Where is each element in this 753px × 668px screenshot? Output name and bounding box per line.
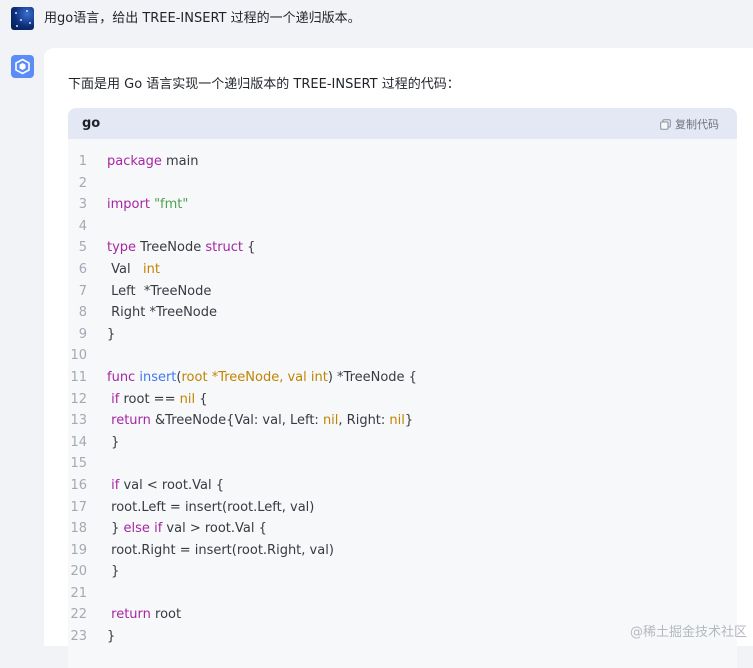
code-text: if root == nil { xyxy=(111,391,208,407)
code-text: root.Left = insert(root.Left, val) xyxy=(107,499,315,515)
line-number: 14 xyxy=(70,434,87,450)
assistant-answer-panel: 下面是用 Go 语言实现一个递归版本的 TREE-INSERT 过程的代码： g… xyxy=(44,48,753,668)
code-language-label: go xyxy=(82,116,101,131)
code-line: 17 root.Left = insert(root.Left, val) xyxy=(68,497,737,519)
code-line: 18 } else if val > root.Val { xyxy=(68,518,737,540)
code-line: 8 Right *TreeNode xyxy=(68,302,737,324)
code-line: 7 Left *TreeNode xyxy=(68,281,737,303)
code-block-header: go 复制代码 xyxy=(68,108,737,139)
line-number: 22 xyxy=(70,607,87,623)
code-line: 1 package main xyxy=(68,151,737,173)
code-line: 11 func insert(root *TreeNode, val int) *… xyxy=(68,367,737,389)
line-number: 7 xyxy=(78,283,87,299)
line-number: 17 xyxy=(70,499,87,515)
code-line: 10 xyxy=(68,345,737,367)
code-line: 4 xyxy=(68,216,737,238)
user-message-row: 用go语言，给出 TREE-INSERT 过程的一个递归版本。 xyxy=(0,0,753,40)
code-line: 16 if val < root.Val { xyxy=(68,475,737,497)
code-text: package main xyxy=(107,154,199,169)
code-line: 6 Val int xyxy=(68,259,737,281)
line-number: 23 xyxy=(70,629,87,645)
user-avatar-icon[interactable] xyxy=(11,7,34,30)
code-text: Val int xyxy=(107,261,160,277)
bot-avatar-icon xyxy=(11,55,34,78)
line-number: 20 xyxy=(70,564,87,580)
user-message-text: 用go语言，给出 TREE-INSERT 过程的一个递归版本。 xyxy=(44,11,361,26)
line-number: 11 xyxy=(70,369,87,385)
answer-intro-text: 下面是用 Go 语言实现一个递归版本的 TREE-INSERT 过程的代码： xyxy=(68,77,460,92)
code-line: 2 xyxy=(68,173,737,195)
code-text: import "fmt" xyxy=(107,197,189,213)
code-text: } xyxy=(107,564,120,580)
code-text: func insert(root *TreeNode, val int) *Tr… xyxy=(107,369,417,385)
code-text: return root xyxy=(111,607,182,623)
copy-code-label: 复制代码 xyxy=(675,118,719,131)
line-number: 19 xyxy=(70,542,87,558)
line-number: 4 xyxy=(78,218,87,234)
code-line: 9} xyxy=(68,324,737,346)
code-line: 20 } xyxy=(68,561,737,583)
line-number: 1 xyxy=(78,154,87,169)
code-block: go 复制代码 1 package main 2 3 import "fmt" 4 … xyxy=(68,108,737,668)
line-number: 15 xyxy=(70,456,87,472)
code-text: if val < root.Val { xyxy=(111,477,224,493)
watermark: @稀土掘金技术社区 xyxy=(629,625,747,640)
copy-icon xyxy=(660,118,671,130)
code-text: type TreeNode struct { xyxy=(107,240,256,256)
copy-code-button[interactable]: 复制代码 xyxy=(660,116,719,132)
code-text: Left *TreeNode xyxy=(107,283,212,299)
code-line: 14 } xyxy=(68,432,737,454)
code-text: } xyxy=(107,434,120,450)
code-line: 12 if root == nil { xyxy=(68,389,737,411)
line-number: 6 xyxy=(78,261,87,277)
code-text: } else if val > root.Val { xyxy=(107,521,267,537)
code-text: root.Right = insert(root.Right, val) xyxy=(107,542,334,558)
line-number: 3 xyxy=(78,197,87,213)
code-line: 19 root.Right = insert(root.Right, val) xyxy=(68,540,737,562)
code-body[interactable]: 1 package main 2 3 import "fmt" 4 5 type Tr… xyxy=(68,151,737,648)
code-text: return &TreeNode{Val: val, Left: nil, Ri… xyxy=(111,413,414,429)
code-line: 13 return &TreeNode{Val: val, Left: nil,… xyxy=(68,410,737,432)
line-number: 16 xyxy=(70,477,87,493)
line-number: 9 xyxy=(78,326,87,342)
code-line: 21 xyxy=(68,583,737,605)
line-number: 18 xyxy=(70,521,87,537)
code-text: } xyxy=(107,629,116,645)
line-number: 10 xyxy=(70,348,87,364)
code-text: Right *TreeNode xyxy=(107,305,218,321)
code-line: 3 import "fmt" xyxy=(68,194,737,216)
code-text: } xyxy=(107,326,116,342)
line-number: 8 xyxy=(78,305,87,321)
line-number: 13 xyxy=(70,413,87,429)
line-number: 12 xyxy=(70,391,87,407)
code-line: 5 type TreeNode struct { xyxy=(68,237,737,259)
line-number: 5 xyxy=(78,240,87,256)
code-line: 15 xyxy=(68,453,737,475)
line-number: 2 xyxy=(78,175,87,191)
line-number: 21 xyxy=(70,585,87,601)
